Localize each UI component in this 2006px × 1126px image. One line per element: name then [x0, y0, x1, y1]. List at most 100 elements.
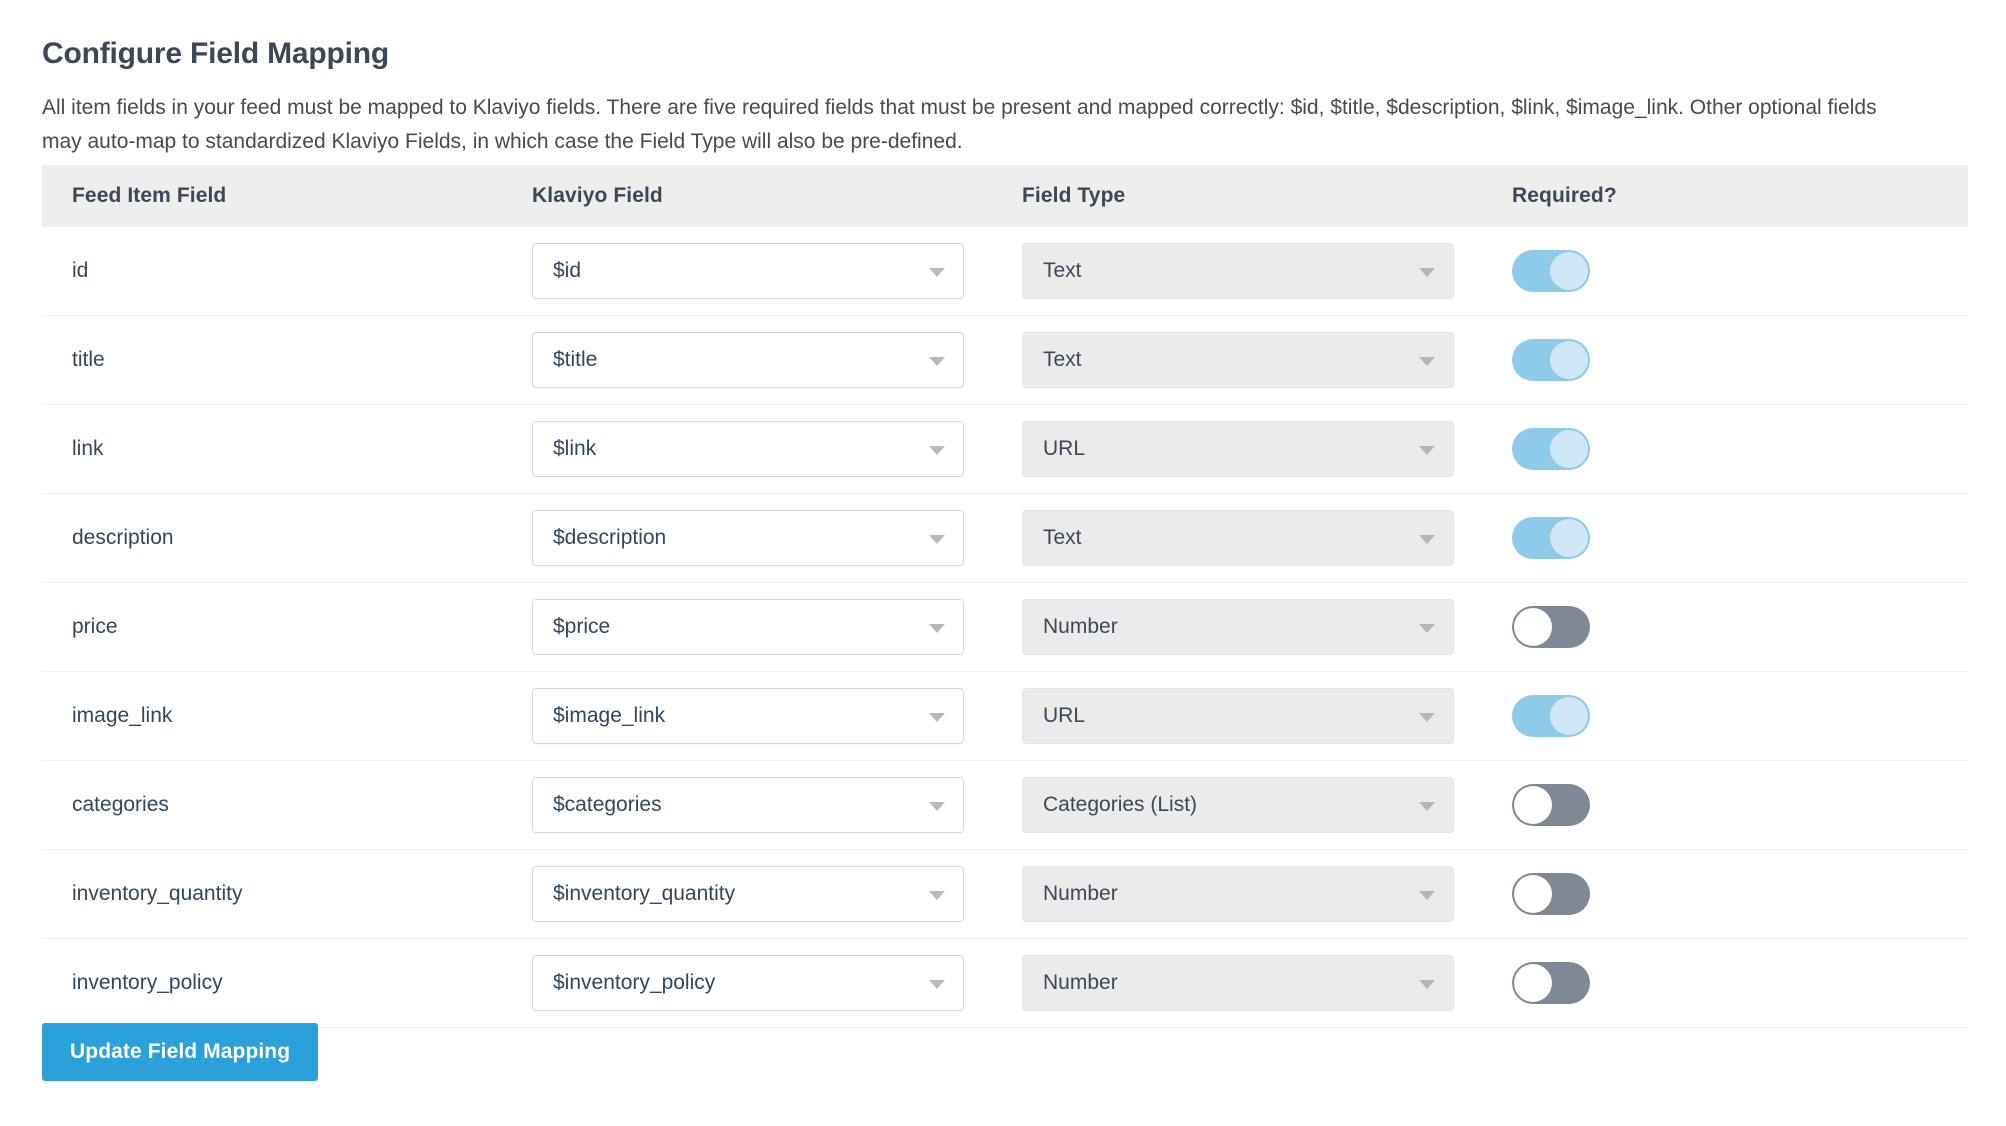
- chevron-down-icon: [1419, 446, 1435, 455]
- chevron-down-icon: [1419, 980, 1435, 989]
- field-type-value: Number: [1043, 615, 1118, 638]
- chevron-down-icon: [929, 357, 945, 366]
- table-row: categories $categories Categories (List): [42, 761, 1968, 850]
- table-row: description $description Text: [42, 494, 1968, 583]
- klaviyo-field-value: $categories: [553, 793, 662, 816]
- klaviyo-field-cell: $inventory_policy: [532, 955, 1022, 1011]
- required-toggle[interactable]: [1512, 962, 1590, 1004]
- required-cell: [1512, 695, 1968, 737]
- required-cell: [1512, 962, 1968, 1004]
- klaviyo-field-value: $image_link: [553, 704, 666, 727]
- chevron-down-icon: [1419, 713, 1435, 722]
- field-type-cell: URL: [1022, 688, 1512, 744]
- field-type-select[interactable]: Text: [1022, 332, 1454, 388]
- klaviyo-field-select[interactable]: $id: [532, 243, 964, 299]
- klaviyo-field-value: $title: [553, 348, 598, 371]
- column-header-feed-item-field: Feed Item Field: [72, 184, 227, 207]
- toggle-knob: [1550, 341, 1588, 379]
- feed-item-field-label: image_link: [72, 704, 173, 727]
- field-type-value: Text: [1043, 259, 1082, 282]
- field-type-value: URL: [1043, 437, 1086, 460]
- page-title: Configure Field Mapping: [42, 37, 390, 71]
- required-cell: [1512, 428, 1968, 470]
- klaviyo-field-value: $id: [553, 259, 582, 282]
- toggle-knob: [1550, 697, 1588, 735]
- field-type-select[interactable]: Text: [1022, 243, 1454, 299]
- klaviyo-field-select[interactable]: $image_link: [532, 688, 964, 744]
- chevron-down-icon: [1419, 891, 1435, 900]
- klaviyo-field-cell: $inventory_quantity: [532, 866, 1022, 922]
- toggle-knob: [1550, 252, 1588, 290]
- klaviyo-field-select[interactable]: $inventory_quantity: [532, 866, 964, 922]
- field-type-cell: Number: [1022, 599, 1512, 655]
- toggle-knob: [1550, 430, 1588, 468]
- field-type-select[interactable]: Categories (List): [1022, 777, 1454, 833]
- required-cell: [1512, 339, 1968, 381]
- chevron-down-icon: [1419, 802, 1435, 811]
- required-toggle[interactable]: [1512, 784, 1590, 826]
- field-type-select[interactable]: Number: [1022, 866, 1454, 922]
- required-toggle[interactable]: [1512, 428, 1590, 470]
- column-header-field-type: Field Type: [1022, 184, 1126, 207]
- page-description: All item fields in your feed must be map…: [42, 96, 1877, 153]
- required-cell: [1512, 784, 1968, 826]
- feed-item-field-label: title: [72, 348, 105, 371]
- table-row: inventory_quantity $inventory_quantity Num…: [42, 850, 1968, 939]
- klaviyo-field-cell: $description: [532, 510, 1022, 566]
- field-type-select[interactable]: Text: [1022, 510, 1454, 566]
- required-toggle[interactable]: [1512, 606, 1590, 648]
- update-field-mapping-button[interactable]: Update Field Mapping: [42, 1023, 319, 1081]
- toggle-knob: [1514, 875, 1552, 913]
- klaviyo-field-cell: $price: [532, 599, 1022, 655]
- klaviyo-field-value: $inventory_policy: [553, 971, 716, 994]
- toggle-knob: [1514, 608, 1552, 646]
- klaviyo-field-select[interactable]: $categories: [532, 777, 964, 833]
- feed-item-field-label: description: [72, 526, 174, 549]
- klaviyo-field-select[interactable]: $link: [532, 421, 964, 477]
- required-toggle[interactable]: [1512, 517, 1590, 559]
- field-type-select[interactable]: Number: [1022, 599, 1454, 655]
- chevron-down-icon: [929, 268, 945, 277]
- chevron-down-icon: [1419, 268, 1435, 277]
- field-type-value: Categories (List): [1043, 793, 1198, 816]
- klaviyo-field-select[interactable]: $description: [532, 510, 964, 566]
- field-type-cell: Text: [1022, 332, 1512, 388]
- table-body: id $id Text title $title Text link $link URL desc…: [42, 227, 1968, 1028]
- chevron-down-icon: [929, 980, 945, 989]
- required-toggle[interactable]: [1512, 695, 1590, 737]
- toggle-knob: [1514, 786, 1552, 824]
- klaviyo-field-select[interactable]: $inventory_policy: [532, 955, 964, 1011]
- chevron-down-icon: [1419, 624, 1435, 633]
- chevron-down-icon: [929, 624, 945, 633]
- table-header-row: Feed Item Field Klaviyo Field Field Type…: [42, 165, 1968, 227]
- field-type-value: Text: [1043, 526, 1082, 549]
- field-type-select[interactable]: URL: [1022, 421, 1454, 477]
- field-type-cell: Text: [1022, 510, 1512, 566]
- klaviyo-field-value: $inventory_quantity: [553, 882, 736, 905]
- required-cell: [1512, 517, 1968, 559]
- feed-item-field-label: categories: [72, 793, 169, 816]
- table-row: title $title Text: [42, 316, 1968, 405]
- chevron-down-icon: [929, 446, 945, 455]
- required-cell: [1512, 250, 1968, 292]
- klaviyo-field-cell: $title: [532, 332, 1022, 388]
- column-header-required: Required?: [1512, 184, 1617, 207]
- field-type-value: Number: [1043, 882, 1118, 905]
- field-type-cell: Number: [1022, 866, 1512, 922]
- field-type-select[interactable]: URL: [1022, 688, 1454, 744]
- klaviyo-field-value: $description: [553, 526, 667, 549]
- field-type-select[interactable]: Number: [1022, 955, 1454, 1011]
- klaviyo-field-select[interactable]: $title: [532, 332, 964, 388]
- required-toggle[interactable]: [1512, 339, 1590, 381]
- chevron-down-icon: [929, 713, 945, 722]
- table-row: image_link $image_link URL: [42, 672, 1968, 761]
- required-toggle[interactable]: [1512, 250, 1590, 292]
- feed-item-field-label: inventory_quantity: [72, 882, 243, 905]
- required-toggle[interactable]: [1512, 873, 1590, 915]
- table-row: price $price Number: [42, 583, 1968, 672]
- field-type-cell: Categories (List): [1022, 777, 1512, 833]
- feed-item-field-label: id: [72, 259, 89, 282]
- field-type-cell: URL: [1022, 421, 1512, 477]
- required-cell: [1512, 606, 1968, 648]
- klaviyo-field-select[interactable]: $price: [532, 599, 964, 655]
